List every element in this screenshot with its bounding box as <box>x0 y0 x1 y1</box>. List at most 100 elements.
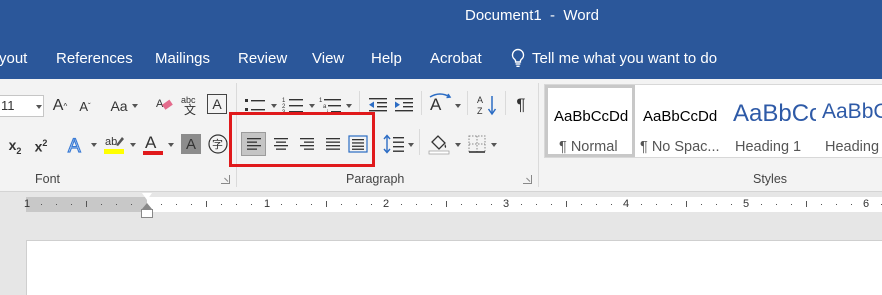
line-spacing-button[interactable] <box>382 132 406 156</box>
ruler-tick <box>491 204 492 205</box>
font-color-icon: A <box>143 133 163 155</box>
ruler-tick <box>416 204 417 205</box>
svg-text:A: A <box>477 95 483 105</box>
justify-button[interactable] <box>320 132 345 156</box>
show-paragraph-marks-button[interactable]: ¶ <box>511 94 531 116</box>
clear-formatting-button[interactable]: A <box>154 94 176 116</box>
borders-icon <box>468 135 486 153</box>
ruler-tick <box>851 204 852 205</box>
subscript-label: x2 <box>8 136 22 156</box>
text-effects-icon: A <box>67 135 81 156</box>
ruler-number: 3 <box>503 198 510 210</box>
tell-me-search[interactable]: Tell me what you want to do <box>510 48 717 68</box>
shading-button[interactable] <box>426 132 452 156</box>
style-no-spacing[interactable]: AaBbCcDd ¶ No Spac... <box>636 85 726 157</box>
text-effects-button[interactable]: A <box>65 133 89 157</box>
align-left-button[interactable] <box>241 132 266 156</box>
style-sample: AaBbCcDd <box>554 108 629 125</box>
tab-layout[interactable]: yout <box>0 50 27 67</box>
sort-button[interactable]: A Z <box>475 93 499 117</box>
tab-references[interactable]: References <box>56 50 133 67</box>
superscript-button[interactable]: x2 <box>31 136 51 156</box>
enclose-characters-button[interactable]: 字 <box>207 133 229 155</box>
font-group-label: Font <box>35 172 61 186</box>
phonetic-guide-button[interactable]: abc 文 <box>180 94 202 116</box>
font-size-input[interactable]: 11 <box>0 95 44 117</box>
ruler-ticks <box>41 201 882 207</box>
font-color-button[interactable]: A <box>141 131 165 157</box>
line-spacing-icon <box>383 134 404 154</box>
ruler-tick <box>71 204 72 205</box>
ruler-tick <box>611 204 612 205</box>
increase-indent-button[interactable] <box>393 94 415 116</box>
numbering-icon: 1 2 3 <box>282 98 303 114</box>
subscript-button[interactable]: x2 <box>5 136 25 156</box>
left-indent-marker[interactable] <box>141 203 153 218</box>
align-center-button[interactable] <box>268 132 293 156</box>
svg-text:Z: Z <box>477 106 483 116</box>
ruler-tick <box>56 204 57 205</box>
style-normal[interactable]: AaBbCcDd ¶ Normal <box>545 85 635 157</box>
svg-text:A: A <box>145 133 157 152</box>
tell-me-text: Tell me what you want to do <box>532 49 718 67</box>
change-case-button[interactable]: Aa <box>108 95 130 117</box>
justify-icon <box>325 138 340 150</box>
chevron-down-icon <box>408 143 414 147</box>
bullets-button[interactable] <box>243 94 267 116</box>
svg-text:i: i <box>327 110 328 114</box>
asian-layout-button[interactable]: A <box>428 93 452 117</box>
ruler-tick <box>341 204 342 205</box>
ruler-number: 2 <box>383 198 390 210</box>
group-separator <box>359 91 360 115</box>
document-page[interactable] <box>26 240 882 295</box>
ruler-tick <box>476 204 477 205</box>
ruler-track[interactable]: 1 1 2 3 4 5 6 <box>24 197 882 212</box>
ruler-tick <box>791 204 792 205</box>
multilevel-list-icon: 1 a i <box>319 98 341 114</box>
word-window: Document1 - Word yout References Mailing… <box>0 0 882 295</box>
grow-font-button[interactable]: A ^ <box>52 95 68 117</box>
ruler-number: 1 <box>264 198 271 210</box>
ruler-number: 6 <box>863 198 870 210</box>
chevron-down-icon <box>455 143 461 147</box>
change-case-label: Aa <box>110 98 128 114</box>
tab-acrobat[interactable]: Acrobat <box>430 50 482 67</box>
highlight-color-button[interactable]: ab <box>102 132 126 156</box>
tab-review[interactable]: Review <box>238 50 287 67</box>
group-separator <box>467 91 468 115</box>
tab-help[interactable]: Help <box>371 50 402 67</box>
ruler-tick <box>761 204 762 205</box>
ruler-tick <box>161 204 162 205</box>
svg-text:ab: ab <box>105 136 117 148</box>
shrink-font-button[interactable]: Aˇ <box>77 95 93 117</box>
font-dialog-launcher[interactable] <box>221 175 230 184</box>
first-line-indent-marker[interactable] <box>142 193 152 200</box>
ruler-tick <box>821 204 822 205</box>
multilevel-list-button[interactable]: 1 a i <box>318 94 344 116</box>
decrease-indent-icon <box>369 98 387 112</box>
style-heading-2[interactable]: AaBbCc Heading <box>818 85 882 157</box>
ruler-tick <box>431 204 432 205</box>
eraser-icon: A <box>156 98 173 110</box>
tab-view[interactable]: View <box>312 50 344 67</box>
decrease-indent-button[interactable] <box>367 94 389 116</box>
style-heading-1[interactable]: AaBbCc Heading 1 <box>728 85 816 157</box>
paragraph-dialog-launcher[interactable] <box>523 175 532 184</box>
font-size-value: 11 <box>1 98 15 113</box>
align-right-button[interactable] <box>294 132 319 156</box>
character-shading-button[interactable]: A <box>181 134 201 154</box>
asian-layout-icon: A <box>429 93 452 114</box>
distributed-button[interactable] <box>345 132 370 156</box>
ruler-tick <box>101 204 102 205</box>
style-name: ¶ No Spac... <box>640 139 720 155</box>
styles-gallery: AaBbCcDd ¶ Normal AaBbCcDd ¶ No Spac... … <box>544 84 882 158</box>
numbering-button[interactable]: 1 2 3 <box>281 94 305 116</box>
ruler-tick <box>206 201 207 207</box>
ruler-tick <box>731 204 732 205</box>
ruler-tick <box>281 204 282 205</box>
character-border-button[interactable]: A <box>207 94 227 114</box>
tab-mailings[interactable]: Mailings <box>155 50 210 67</box>
horizontal-ruler: 1 1 2 3 4 5 6 <box>0 192 882 218</box>
ruler-tick <box>806 201 807 207</box>
borders-button[interactable] <box>466 133 488 155</box>
